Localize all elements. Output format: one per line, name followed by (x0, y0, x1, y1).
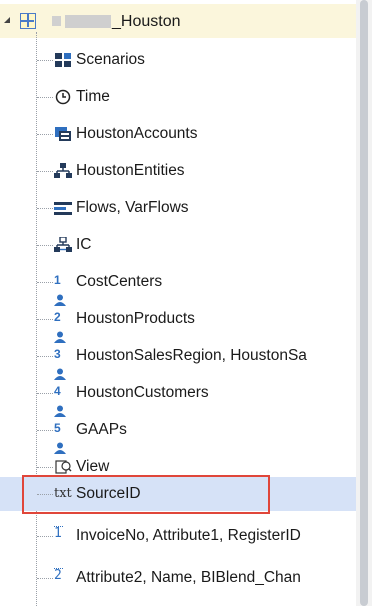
tree-item-label: IC (76, 236, 92, 253)
tree-item-houstonaccounts[interactable]: HoustonAccounts (0, 117, 356, 151)
tree-connector (37, 208, 53, 209)
cube-grid-icon (20, 13, 36, 29)
tree-item-invoiceno[interactable]: 1 InvoiceNo, Attribute1, RegisterID (0, 519, 356, 553)
tree-item-label: HoustonEntities (76, 162, 185, 179)
tree-item-attribute2[interactable]: 2 Attribute2, Name, BIBlend_Chan (0, 561, 356, 595)
ud-number-badge: 4 (54, 384, 61, 398)
view-icon (55, 460, 72, 474)
ud-number-badge: 1 (54, 273, 61, 287)
tree-root-label: _Houston (112, 13, 181, 30)
tree-item-scenarios[interactable]: Scenarios (0, 43, 356, 77)
ud5-person-icon: 5 (54, 421, 72, 454)
tree-item-gaaps[interactable]: 5 GAAPs (0, 413, 356, 454)
tree-item-label: Flows, VarFlows (76, 199, 189, 216)
tree-connector (37, 60, 53, 61)
tree-item-label: GAAPs (76, 421, 127, 438)
clock-icon (55, 89, 71, 105)
tree-item-label: HoustonProducts (76, 310, 195, 327)
tree-item-ic[interactable]: IC (0, 228, 356, 262)
expand-arrow-icon[interactable] (4, 17, 10, 23)
tree-connector (37, 134, 53, 135)
tree-item-label: HoustonCustomers (76, 384, 209, 401)
attribute-2-icon: 2 (54, 568, 72, 584)
tree-item-label: CostCenters (76, 273, 163, 290)
tree-item-label: HoustonAccounts (76, 125, 198, 142)
tree-item-houstonentities[interactable]: HoustonEntities (0, 154, 356, 188)
redacted-text (52, 16, 61, 26)
tree-connector (37, 467, 53, 468)
ud3-person-icon: 3 (54, 347, 72, 380)
tree-item-houstonsalesregion[interactable]: 3 HoustonSalesRegion, HoustonSa (0, 339, 356, 380)
tree-connector (37, 393, 53, 394)
attribute-1-icon: 1 (54, 526, 72, 542)
tree-connector (37, 536, 53, 537)
tree-item-time[interactable]: Time (0, 80, 356, 114)
tree-connector (37, 282, 53, 283)
tree-item-label: HoustonSalesRegion, HoustonSa (76, 347, 307, 364)
ud4-person-icon: 4 (54, 384, 72, 417)
dimension-tree: _Houston Scenarios Time HoustonAccounts (0, 0, 356, 606)
tree-item-costcenters[interactable]: 1 CostCenters (0, 265, 356, 306)
tree-connector (37, 245, 53, 246)
tree-root-cube[interactable]: _Houston (0, 4, 356, 38)
ud-number-badge: 2 (54, 310, 61, 324)
highlight-annotation-box (22, 475, 270, 514)
scrollbar-thumb[interactable] (360, 0, 368, 606)
attribute-number: 1 (54, 526, 62, 541)
ud-number-badge: 5 (54, 421, 61, 435)
tree-item-label: Attribute2, Name, BIBlend_Chan (76, 569, 301, 586)
tree-item-label: InvoiceNo, Attribute1, RegisterID (76, 527, 301, 544)
ic-hierarchy-icon (54, 237, 72, 252)
tree-item-label: Time (76, 88, 110, 105)
ud1-person-icon: 1 (54, 273, 72, 306)
tree-item-label: Scenarios (76, 51, 145, 68)
vertical-scrollbar[interactable] (356, 0, 372, 606)
attribute-number: 2 (54, 568, 62, 583)
redacted-text (65, 15, 111, 28)
tree-item-flows[interactable]: Flows, VarFlows (0, 191, 356, 225)
tree-connector (37, 356, 53, 357)
accounts-icon (55, 127, 71, 141)
tree-item-houstonproducts[interactable]: 2 HoustonProducts (0, 302, 356, 343)
tree-connector (37, 430, 53, 431)
tree-connector (37, 578, 53, 579)
hierarchy-icon (54, 163, 72, 178)
tree-connector (37, 171, 53, 172)
tree-item-houstoncustomers[interactable]: 4 HoustonCustomers (0, 376, 356, 417)
ud2-person-icon: 2 (54, 310, 72, 343)
tree-connector (37, 319, 53, 320)
scenarios-icon (55, 53, 71, 67)
tree-connector (37, 97, 53, 98)
tree-item-label: View (76, 458, 110, 475)
ud-number-badge: 3 (54, 347, 61, 361)
flows-icon (54, 202, 72, 215)
